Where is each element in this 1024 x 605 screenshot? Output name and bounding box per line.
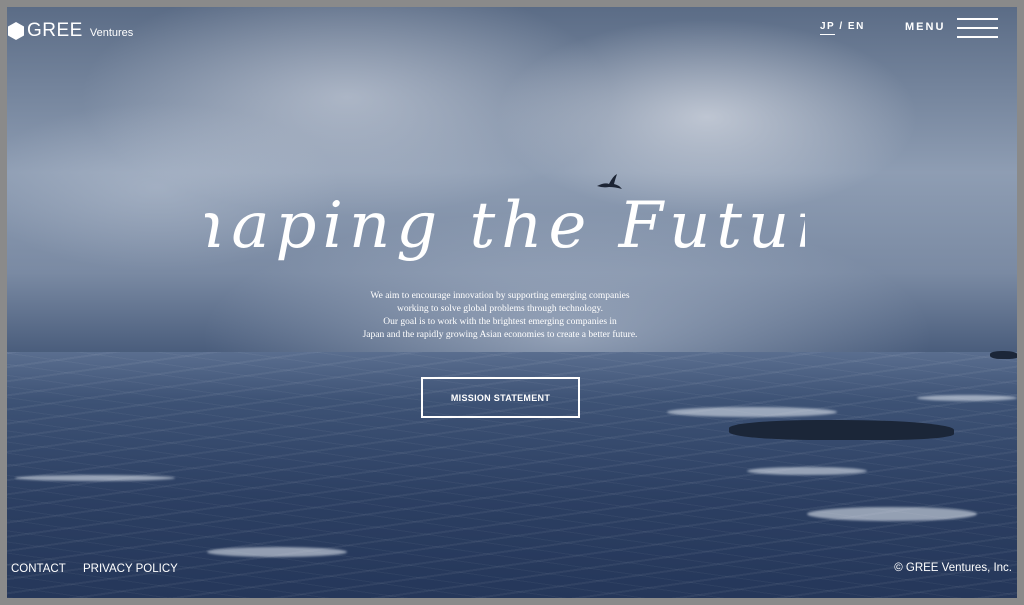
- rock: [729, 420, 954, 440]
- intro-line: working to solve global problems through…: [397, 304, 603, 314]
- logo-text: GREE: [27, 20, 83, 41]
- lang-separator: /: [839, 21, 844, 32]
- lang-en-link[interactable]: EN: [848, 21, 865, 32]
- intro-line: Our goal is to work with the brightest e…: [383, 317, 617, 327]
- mission-statement-button[interactable]: MISSION STATEMENT: [421, 377, 580, 418]
- language-switcher: JP / EN: [820, 21, 865, 35]
- wave-foam: [807, 507, 977, 521]
- lang-jp-link[interactable]: JP: [820, 21, 836, 35]
- wave-foam: [15, 475, 175, 481]
- wave-foam: [917, 395, 1017, 401]
- hero-headline: Shaping the Future: [134, 175, 869, 270]
- wave-foam: [747, 467, 867, 475]
- menu-label[interactable]: MENU: [905, 21, 945, 33]
- intro-line: Japan and the rapidly growing Asian econ…: [362, 330, 638, 340]
- hero-intro: We aim to encourage innovation by suppor…: [300, 290, 700, 342]
- privacy-policy-link[interactable]: PRIVACY POLICY: [83, 563, 178, 575]
- hexagon-logo-icon: [8, 22, 24, 40]
- headline-text: Shaping the Future: [205, 189, 805, 263]
- hamburger-menu-icon[interactable]: [957, 18, 998, 38]
- wave-foam: [667, 407, 837, 417]
- copyright-text: © GREE Ventures, Inc.: [894, 562, 1012, 574]
- rock: [990, 351, 1017, 359]
- intro-line: We aim to encourage innovation by suppor…: [370, 291, 630, 301]
- wave-foam: [207, 547, 347, 557]
- contact-link[interactable]: CONTACT: [11, 563, 66, 575]
- logo-subtext: Ventures: [89, 27, 134, 39]
- site-logo[interactable]: GREE Ventures: [8, 20, 133, 42]
